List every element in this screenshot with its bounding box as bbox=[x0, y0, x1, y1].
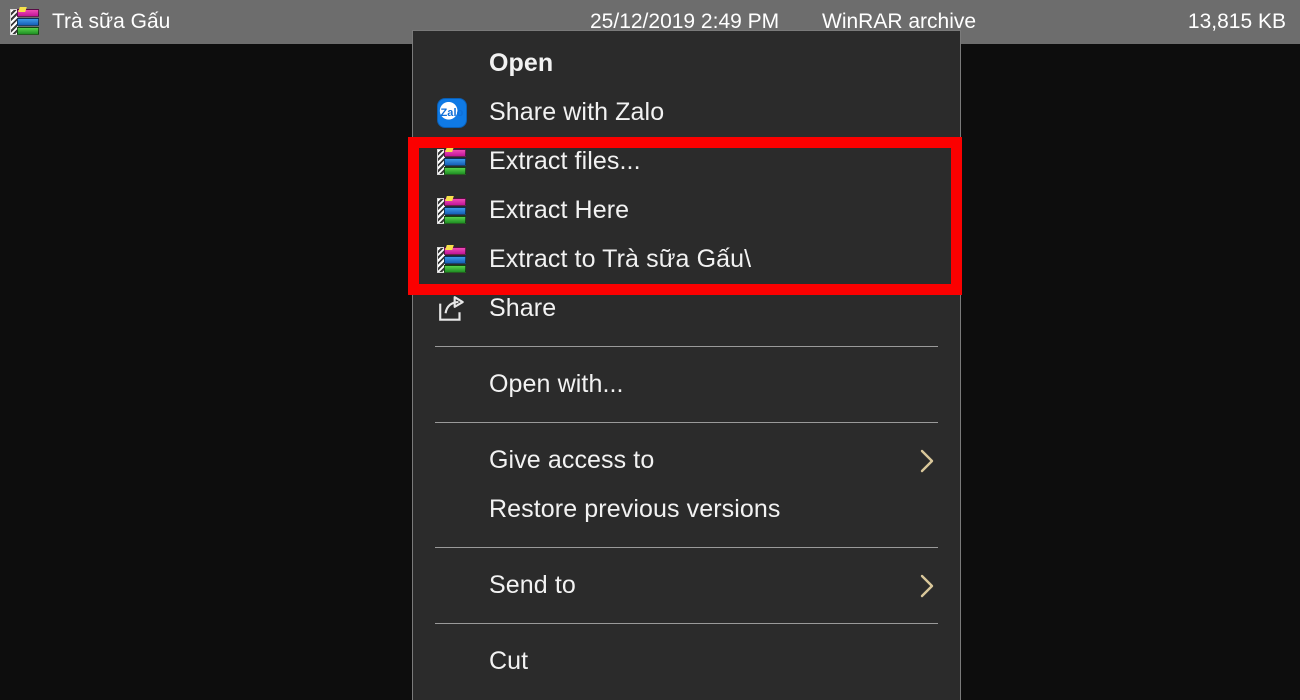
menu-item-label: Extract to Trà sữa Gấu\ bbox=[477, 245, 751, 274]
menu-item-send-to[interactable]: Send to bbox=[413, 561, 960, 610]
menu-item-open[interactable]: Open bbox=[413, 39, 960, 88]
menu-item-label: Share bbox=[477, 294, 556, 323]
menu-item-label: Extract Here bbox=[477, 196, 629, 225]
menu-separator bbox=[435, 623, 938, 624]
winrar-icon-slot bbox=[437, 147, 477, 177]
share-icon bbox=[437, 295, 467, 323]
zalo-icon-slot: Zalo bbox=[437, 98, 477, 128]
menu-item-open-with[interactable]: Open with... bbox=[413, 360, 960, 409]
menu-item-label: Give access to bbox=[477, 446, 654, 475]
winrar-archive-icon bbox=[437, 196, 467, 226]
share-icon-slot bbox=[437, 295, 477, 323]
context-menu: Open Zalo Share with Zalo Extract files.… bbox=[412, 30, 961, 700]
winrar-archive-icon bbox=[437, 147, 467, 177]
file-size: 13,815 KB bbox=[1052, 10, 1300, 34]
menu-item-cut[interactable]: Cut bbox=[413, 637, 960, 686]
zalo-icon: Zalo bbox=[437, 98, 467, 128]
menu-separator bbox=[435, 346, 938, 347]
menu-separator bbox=[435, 547, 938, 548]
menu-item-label: Open with... bbox=[477, 370, 624, 399]
menu-item-give-access-to[interactable]: Give access to bbox=[413, 436, 960, 485]
winrar-archive-icon bbox=[437, 245, 467, 275]
chevron-right-icon bbox=[920, 449, 934, 473]
menu-item-share[interactable]: Share bbox=[413, 284, 960, 333]
menu-item-extract-here[interactable]: Extract Here bbox=[413, 186, 960, 235]
file-name-text: Trà sữa Gấu bbox=[52, 10, 170, 34]
menu-item-label: Copy bbox=[477, 696, 548, 700]
menu-separator bbox=[435, 422, 938, 423]
menu-item-label: Open bbox=[477, 49, 553, 78]
menu-item-share-with-zalo[interactable]: Zalo Share with Zalo bbox=[413, 88, 960, 137]
chevron-right-icon bbox=[920, 574, 934, 598]
winrar-icon-slot bbox=[437, 245, 477, 275]
menu-item-extract-to-folder[interactable]: Extract to Trà sữa Gấu\ bbox=[413, 235, 960, 284]
menu-item-label: Send to bbox=[477, 571, 576, 600]
menu-item-copy[interactable]: Copy bbox=[413, 686, 960, 700]
screen: Trà sữa Gấu 25/12/2019 2:49 PM WinRAR ar… bbox=[0, 0, 1300, 700]
menu-item-restore-previous-versions[interactable]: Restore previous versions bbox=[413, 485, 960, 534]
menu-item-label: Cut bbox=[477, 647, 528, 676]
menu-item-label: Extract files... bbox=[477, 147, 641, 176]
winrar-icon-slot bbox=[437, 196, 477, 226]
winrar-archive-icon bbox=[10, 7, 40, 37]
menu-item-label: Restore previous versions bbox=[477, 495, 781, 524]
menu-item-extract-files[interactable]: Extract files... bbox=[413, 137, 960, 186]
menu-item-label: Share with Zalo bbox=[477, 98, 664, 127]
